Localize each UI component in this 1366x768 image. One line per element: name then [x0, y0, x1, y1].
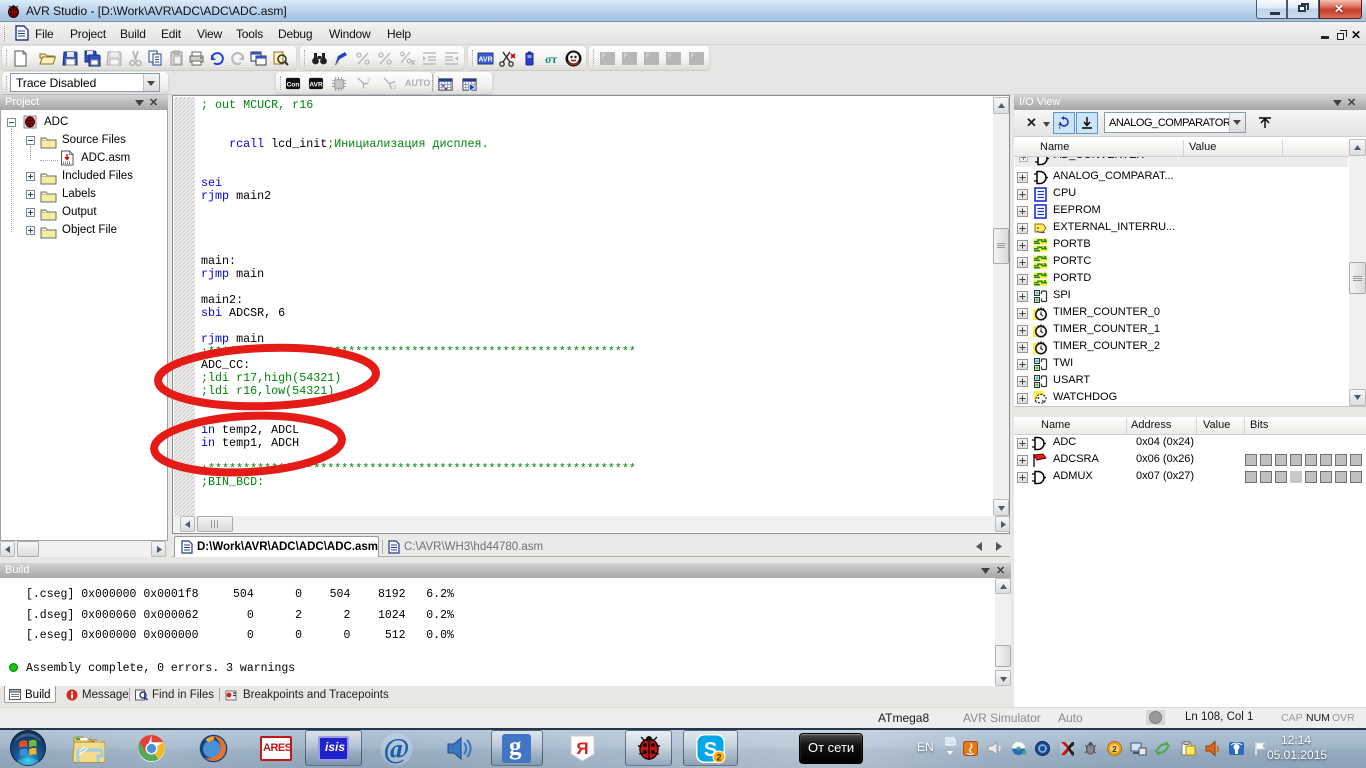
- svg-text:F: F: [668, 54, 672, 60]
- svg-text:Я: Я: [576, 739, 588, 758]
- svg-text:F: F: [602, 54, 606, 60]
- svg-text:AVR: AVR: [478, 57, 492, 64]
- svg-text:T: T: [1058, 125, 1062, 130]
- svg-text:στ: στ: [545, 52, 557, 66]
- svg-text:F: F: [624, 54, 628, 60]
- svg-text:2: 2: [367, 78, 370, 84]
- svg-text:F: F: [691, 54, 695, 60]
- svg-text:2: 2: [393, 85, 396, 91]
- svg-text:2: 2: [716, 753, 721, 763]
- svg-text:@: @: [383, 734, 409, 765]
- svg-text:F: F: [646, 54, 650, 60]
- svg-text:AVR: AVR: [309, 81, 323, 88]
- svg-text:2: 2: [1112, 745, 1117, 754]
- svg-text:Con: Con: [287, 81, 300, 88]
